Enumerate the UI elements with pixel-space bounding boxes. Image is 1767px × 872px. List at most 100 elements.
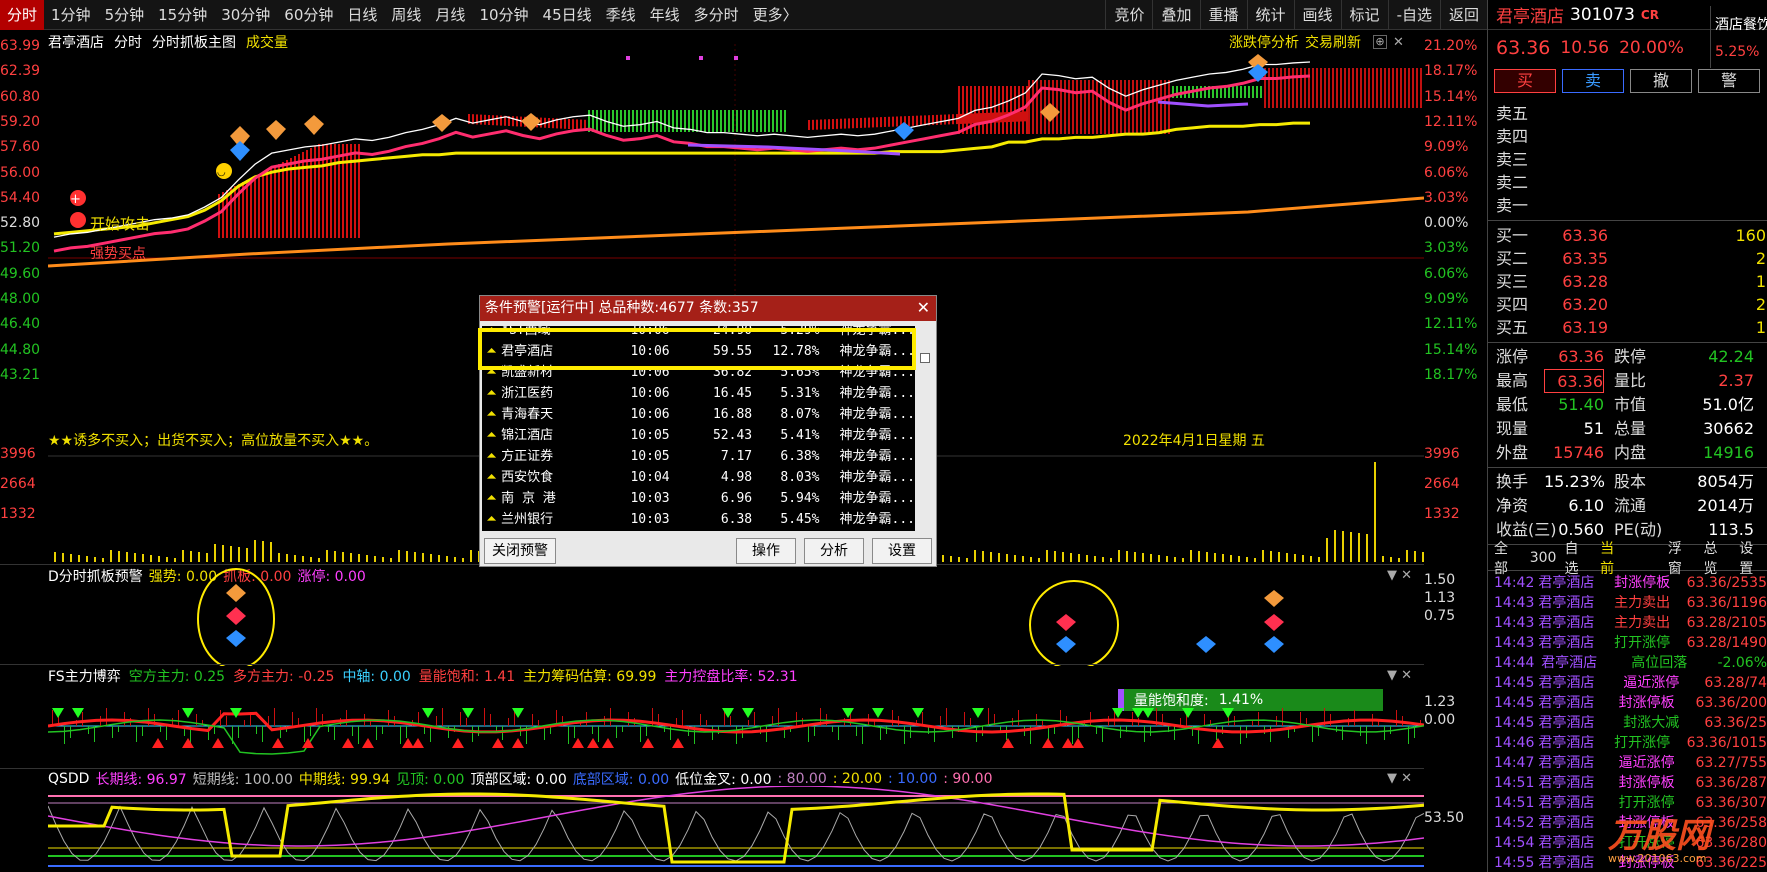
toolbar-action[interactable]: 重播 — [1199, 0, 1247, 30]
toolbar-action[interactable]: 标记 — [1340, 0, 1388, 30]
stat-label: 流通 — [1614, 496, 1647, 515]
cancel-button[interactable]: 撤 — [1630, 69, 1692, 93]
volume-bar — [942, 555, 944, 562]
toolbar-action[interactable]: 统计 — [1246, 0, 1294, 30]
signal-bar — [1036, 80, 1038, 134]
period-tab[interactable]: 45日线 — [536, 4, 599, 25]
trade-event-row[interactable]: 14:45 君亭酒店 封涨停板 63.36/200 — [1494, 693, 1767, 713]
fs-stick — [574, 726, 575, 738]
book-volume — [1608, 171, 1766, 194]
signal-bar — [980, 113, 982, 124]
alert-row[interactable]: ⏶ 西安饮食 10:04 4.98 8.03% 神龙争霸... — [482, 467, 915, 488]
fs-green-triangle — [512, 708, 524, 718]
period-tab[interactable]: 15分钟 — [151, 4, 214, 25]
buy-button[interactable]: 买 — [1494, 69, 1556, 93]
volume-bar — [1254, 558, 1256, 562]
period-tab[interactable]: 分时 — [0, 0, 45, 30]
period-tab[interactable]: 1分钟 — [44, 4, 98, 25]
fs-stick — [700, 714, 701, 726]
operate-button[interactable]: 操作 — [736, 538, 796, 564]
trade-event-row[interactable]: 14:45 君亭酒店 逼近涨停 63.28/74 — [1494, 673, 1767, 693]
signal-bar — [840, 118, 842, 129]
trade-event: 主力卖出 — [1614, 615, 1671, 631]
alert-row[interactable]: ⏶ 浙江医药 10:06 16.45 5.31% 神龙争霸... — [482, 383, 915, 404]
sell-button[interactable]: 卖 — [1562, 69, 1624, 93]
fs-stick — [712, 726, 713, 740]
signal-bar — [644, 110, 646, 132]
trade-stock: 君亭酒店 — [1538, 815, 1595, 831]
period-tab[interactable]: 季线 — [599, 4, 643, 25]
toolbar-action[interactable]: 叠加 — [1152, 0, 1199, 30]
trade-event-row[interactable]: 14:43 君亭酒店 打开涨停 63.28/1490 — [1494, 633, 1767, 653]
trade-event-row[interactable]: 14:43 君亭酒店 主力卖出 63.28/2105 — [1494, 613, 1767, 633]
alert-button[interactable]: 警 — [1698, 69, 1760, 93]
trade-event-row[interactable]: 14:47 君亭酒店 逼近涨停 63.27/755 — [1494, 753, 1767, 773]
indicator-qsdd-menu-icon[interactable]: ▼ ✕ — [1387, 771, 1412, 786]
trade-event-row[interactable]: 14:42 君亭酒店 封涨停板 63.36/2535 — [1494, 573, 1767, 593]
alert-row[interactable]: ⏶ 南 京 港 10:03 6.96 5.94% 神龙争霸... — [482, 488, 915, 509]
period-tab[interactable]: 日线 — [340, 4, 384, 25]
trade-event-row[interactable]: 14:46 君亭酒店 打开涨停 63.36/1015 — [1494, 733, 1767, 753]
period-tab[interactable]: 多分时 — [687, 4, 746, 25]
volume-bar — [358, 554, 360, 562]
fs-stick — [1330, 714, 1331, 726]
book-volume — [1608, 148, 1766, 171]
fs-stick — [118, 726, 119, 732]
trade-tab[interactable]: 设置 — [1739, 538, 1767, 578]
signal-bar — [660, 110, 662, 132]
trade-tab[interactable]: 当前 — [1600, 538, 1628, 578]
signal-bar — [896, 116, 898, 127]
analyze-button[interactable]: 分析 — [804, 538, 864, 564]
signal-bar — [1292, 68, 1294, 108]
toolbar-action[interactable]: 画线 — [1293, 0, 1341, 30]
trade-event-row[interactable]: 14:44 君亭酒店 高位回落 -2.06% — [1494, 653, 1767, 673]
trade-event-row[interactable]: 14:45 君亭酒店 封涨大减 63.36/25 — [1494, 713, 1767, 733]
close-alert-button[interactable]: 关闭预警 — [484, 538, 556, 564]
book-volume: 1 — [1755, 318, 1766, 337]
indicator-fs-menu-icon[interactable]: ▼ ✕ — [1387, 668, 1412, 683]
volume-bar — [398, 550, 400, 562]
period-tab[interactable]: 周线 — [384, 4, 428, 25]
quote-stats: 涨停 63.36 跌停 42.24 最高 63.36 量比 2.37 最低 51.40 市值 51.0… — [1488, 343, 1767, 468]
period-tab[interactable]: 30分钟 — [214, 4, 277, 25]
signal-bar — [250, 178, 252, 238]
watermark-logo: 万股网 — [1608, 816, 1710, 856]
period-tab[interactable]: 5分钟 — [98, 4, 152, 25]
signal-bar — [648, 110, 650, 132]
alert-row[interactable]: ⏶ 青海春天 10:06 16.88 8.07% 神龙争霸... — [482, 404, 915, 425]
fs-red-triangle — [412, 738, 424, 748]
trade-tab[interactable]: 总览 — [1704, 538, 1732, 578]
alert-row[interactable]: ⏶ 锦江酒店 10:05 52.43 5.41% 神龙争霸... — [482, 425, 915, 446]
period-tab[interactable]: 更多〉 — [746, 4, 805, 25]
settings-button[interactable]: 设置 — [872, 538, 932, 564]
signal-bar — [636, 110, 638, 132]
trade-event-row[interactable]: 14:43 君亭酒店 主力卖出 63.36/1196 — [1494, 593, 1767, 613]
signal-bar — [768, 110, 770, 132]
trade-event-row[interactable]: 14:51 君亭酒店 封涨停板 63.36/287 — [1494, 773, 1767, 793]
period-tab[interactable]: 60分钟 — [277, 4, 340, 25]
fs-stick — [142, 726, 143, 736]
fs-stick — [1174, 726, 1175, 740]
alert-row[interactable]: ⏶ 方正证券 10:05 7.17 6.38% 神龙争霸... — [482, 446, 915, 467]
toolbar-action[interactable]: -自选 — [1387, 0, 1440, 30]
period-tab[interactable]: 月线 — [428, 4, 472, 25]
trade-tab[interactable]: 300 — [1530, 550, 1557, 566]
trade-tab[interactable]: 全部 — [1494, 538, 1522, 578]
scroll-checkbox[interactable] — [920, 353, 930, 363]
alert-arrow-icon: ⏶ — [486, 407, 497, 422]
trade-tab[interactable]: 自选 — [1564, 538, 1592, 578]
trade-tab[interactable]: 浮窗 — [1668, 538, 1696, 578]
trade-time: 14:45 — [1494, 675, 1535, 691]
volume-bar — [1006, 554, 1008, 562]
alert-stock-name: 锦江酒店 — [501, 428, 554, 443]
alert-price: 16.88 — [712, 407, 753, 422]
alert-row[interactable]: ⏶ 兰州银行 10:03 6.38 5.45% 神龙争霸... — [482, 509, 915, 530]
period-tab[interactable]: 年线 — [643, 4, 687, 25]
dialog-close-icon[interactable]: ✕ — [917, 298, 930, 317]
period-tab[interactable]: 10分钟 — [472, 4, 535, 25]
alert-price: 52.43 — [712, 428, 753, 443]
toolbar-action[interactable]: 返回 — [1439, 0, 1487, 30]
fs-stick — [304, 726, 305, 742]
sector-box[interactable]: 酒店餐饮 5.25% — [1710, 6, 1767, 68]
toolbar-action[interactable]: 竞价 — [1105, 0, 1152, 30]
